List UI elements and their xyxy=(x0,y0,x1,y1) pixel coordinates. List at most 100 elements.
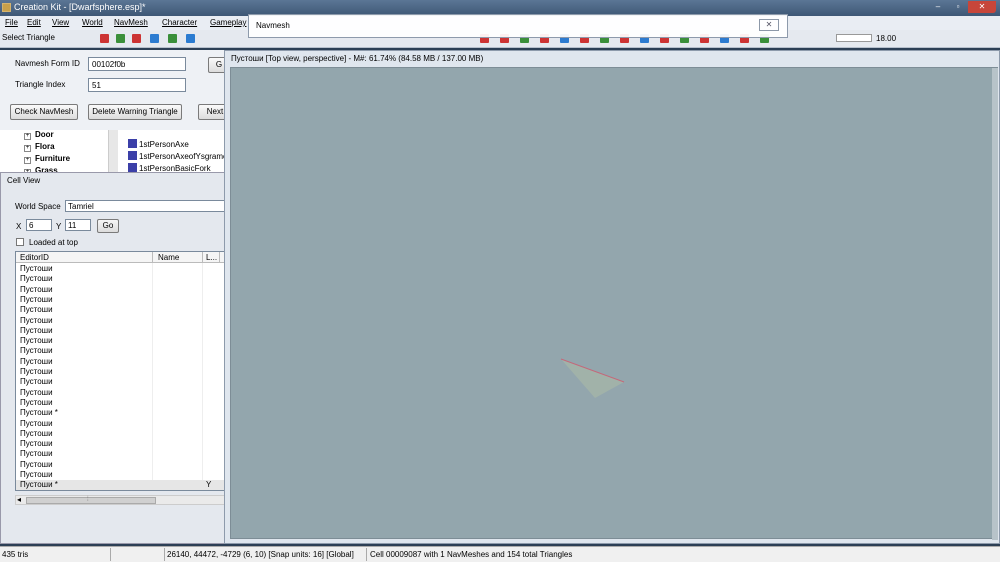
check-navmesh-button[interactable]: Check NavMesh xyxy=(10,104,78,120)
viewport-edge xyxy=(992,68,998,540)
close-icon[interactable]: ✕ xyxy=(968,1,996,13)
weapon-icon xyxy=(128,151,137,160)
table-row[interactable]: Пустоши xyxy=(16,357,224,367)
row-editor-id: Пустоши xyxy=(20,346,53,356)
table-row[interactable]: Пустоши xyxy=(16,449,224,459)
world-space-label: World Space xyxy=(15,202,61,211)
table-row[interactable]: Пустоши xyxy=(16,316,224,326)
row-editor-id: Пустоши xyxy=(20,377,53,387)
weapon-icon xyxy=(128,139,137,148)
y-coordinate-field[interactable]: 11 xyxy=(65,219,91,231)
table-row[interactable]: Пустоши xyxy=(16,295,224,305)
tool-icon[interactable] xyxy=(100,34,109,43)
row-editor-id: Пустоши xyxy=(20,305,53,315)
maximize-icon[interactable]: ▫ xyxy=(948,1,968,13)
y-label: Y xyxy=(56,222,62,231)
object-list-item[interactable]: 1stPersonAxe xyxy=(128,139,189,149)
go-button[interactable]: Go xyxy=(97,219,119,233)
object-list-item[interactable]: 1stPersonAxeofYsgramor xyxy=(128,151,230,161)
tool-icon[interactable] xyxy=(150,34,159,43)
menu-edit[interactable]: Edit xyxy=(27,18,41,27)
menu-file[interactable]: File xyxy=(5,18,18,27)
tool-icon[interactable] xyxy=(168,34,177,43)
scroll-left-icon[interactable]: ◂ xyxy=(17,495,21,504)
column-editor-id[interactable]: EditorID xyxy=(20,253,49,262)
triangle-index-field[interactable]: 51 xyxy=(88,78,186,92)
row-editor-id: Пустоши * xyxy=(20,408,58,418)
table-row[interactable]: Пустоши xyxy=(16,274,224,284)
table-row[interactable]: Пустоши * Y xyxy=(16,480,224,490)
row-editor-id: Пустоши xyxy=(20,315,53,325)
table-row[interactable]: Пустоши xyxy=(16,460,224,470)
table-row[interactable]: Пустоши xyxy=(16,367,224,377)
menu-navmesh[interactable]: NavMesh xyxy=(114,18,148,27)
row-editor-id: Пустоши xyxy=(20,439,53,449)
object-tree-scrollbar[interactable] xyxy=(108,130,118,178)
table-row[interactable]: Пустоши xyxy=(16,419,224,429)
table-row[interactable]: Пустоши xyxy=(16,264,224,274)
tool-icon[interactable] xyxy=(186,34,195,43)
menu-character[interactable]: Character xyxy=(162,18,197,27)
3d-viewport[interactable] xyxy=(230,67,999,540)
world-space-dropdown[interactable]: Tamriel xyxy=(65,200,225,212)
table-row[interactable]: Пустоши xyxy=(16,439,224,449)
row-editor-id: Пустоши xyxy=(20,367,53,376)
row-editor-id: Пустоши xyxy=(20,264,53,273)
tree-item-door[interactable]: + Door xyxy=(24,130,54,140)
table-row[interactable]: Пустоши xyxy=(16,377,224,387)
row-editor-id: Пустоши xyxy=(20,284,53,294)
table-row[interactable]: Пустоши xyxy=(16,388,224,398)
navmesh-dialog-titlebar[interactable]: Navmesh ✕ xyxy=(248,14,788,38)
cell-list-hscrollbar[interactable]: ◂ ⦙ xyxy=(15,495,225,505)
row-editor-id: Пустоши * xyxy=(20,480,58,490)
table-row[interactable]: Пустоши * xyxy=(16,408,224,418)
cursor-coordinates: 26140, 44472, -4729 (6, 10) [Snap units:… xyxy=(167,550,354,559)
table-row[interactable]: Пустоши xyxy=(16,336,224,346)
table-row[interactable]: Пустоши xyxy=(16,285,224,295)
row-editor-id: Пустоши xyxy=(20,397,53,407)
tree-item-flora[interactable]: + Flora xyxy=(24,142,55,152)
x-label: X xyxy=(16,222,22,231)
menu-view[interactable]: View xyxy=(52,18,69,27)
expand-icon[interactable]: + xyxy=(24,133,31,140)
cell-list-header: EditorID Name L... xyxy=(16,252,224,263)
row-editor-id: Пустоши xyxy=(20,274,53,284)
expand-icon[interactable]: + xyxy=(24,145,31,152)
form-id-field[interactable]: 00102f0b xyxy=(88,57,186,71)
status-bar: 435 tris 26140, 44472, -4729 (6, 10) [Sn… xyxy=(0,546,1000,562)
column-loaded[interactable]: L... xyxy=(206,253,217,262)
x-coordinate-field[interactable]: 6 xyxy=(26,219,52,231)
minimize-icon[interactable]: – xyxy=(928,1,948,13)
close-icon[interactable]: ✕ xyxy=(759,19,779,31)
table-row[interactable]: Пустоши xyxy=(16,398,224,408)
render-window: Пустоши [Top view, perspective] - M#: 61… xyxy=(224,50,1000,544)
table-row[interactable]: Пустоши xyxy=(16,346,224,356)
delete-warning-triangle-button[interactable]: Delete Warning Triangle xyxy=(88,104,182,120)
expand-icon[interactable]: + xyxy=(24,157,31,164)
object-window: +Door +Flora +Furniture +Grass 1stPerson… xyxy=(0,130,232,178)
table-row[interactable]: Пустоши xyxy=(16,470,224,480)
column-name[interactable]: Name xyxy=(158,253,179,262)
row-editor-id: Пустоши xyxy=(20,428,53,438)
table-row[interactable]: Пустоши xyxy=(16,326,224,336)
tree-item-furniture[interactable]: + Furniture xyxy=(24,154,70,164)
menu-world[interactable]: World xyxy=(82,18,103,27)
form-id-label: Navmesh Form ID xyxy=(15,59,80,68)
tool-icon[interactable] xyxy=(132,34,141,43)
cell-view-window: Cell View World Space Tamriel X 6 Y 11 G… xyxy=(0,172,226,544)
row-editor-id: Пустоши xyxy=(20,418,53,428)
cell-list[interactable]: EditorID Name L... Пустоши Пустоши Пустоши… xyxy=(15,251,225,491)
cell-view-title: Cell View xyxy=(7,176,41,185)
triangle-index-label: Triangle Index xyxy=(15,80,66,89)
scroll-thumb[interactable]: ⦙ xyxy=(26,496,156,504)
table-row[interactable]: Пустоши xyxy=(16,305,224,315)
table-row[interactable]: Пустоши xyxy=(16,429,224,439)
app-title: Creation Kit - [Dwarfsphere.esp]* xyxy=(14,2,146,12)
row-editor-id: Пустоши xyxy=(20,459,53,469)
tool-icon[interactable] xyxy=(116,34,125,43)
loaded-at-top-checkbox[interactable] xyxy=(16,238,24,246)
menu-gameplay[interactable]: Gameplay xyxy=(210,18,246,27)
viewport-canvas[interactable] xyxy=(231,68,999,540)
row-loaded: Y xyxy=(206,480,212,490)
time-slider[interactable] xyxy=(836,34,872,42)
